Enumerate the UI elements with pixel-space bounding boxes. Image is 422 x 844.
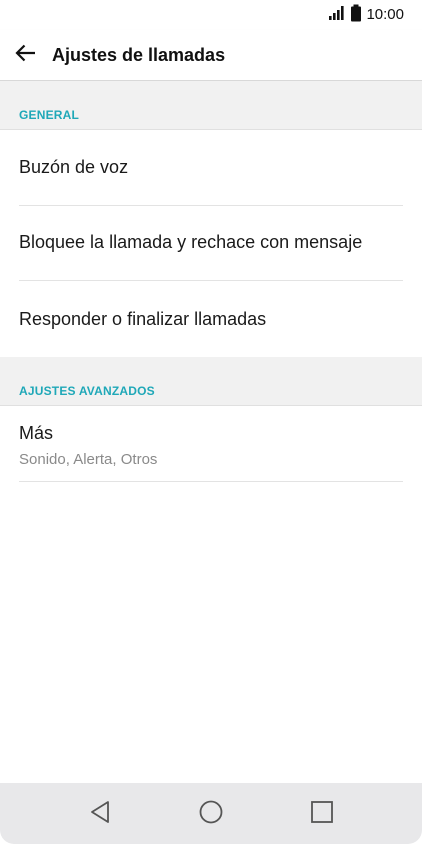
status-bar: 10:00: [0, 0, 422, 30]
navigation-bar: [0, 783, 422, 844]
section-header-label: AJUSTES AVANZADOS: [19, 384, 155, 398]
nav-home-button[interactable]: [195, 798, 227, 830]
status-icons: 10:00: [328, 4, 404, 27]
back-button[interactable]: [10, 40, 42, 70]
section-header-ajustes-avanzados: AJUSTES AVANZADOS: [0, 357, 422, 406]
nav-recents-button[interactable]: [306, 798, 338, 830]
list-item-title: Buzón de voz: [19, 157, 129, 177]
list-item-buzon-de-voz[interactable]: Buzón de voz: [0, 130, 422, 205]
app-bar: Ajustes de llamadas: [0, 30, 422, 81]
page-title: Ajustes de llamadas: [52, 45, 226, 65]
list-item-title: Bloquee la llamada y rechace con mensaje: [19, 232, 363, 252]
list-item-title: Responder o finalizar llamadas: [19, 309, 267, 329]
nav-back-button[interactable]: [84, 798, 116, 830]
list-item-title: Más: [19, 423, 54, 443]
recents-square-icon: [310, 800, 334, 829]
list-item-bloquee-llamada[interactable]: Bloquee la llamada y rechace con mensaje: [0, 206, 422, 280]
section-header-label: GENERAL: [19, 108, 80, 122]
divider: [19, 481, 403, 482]
signal-icon: [328, 5, 346, 26]
status-time: 10:00: [366, 6, 404, 23]
back-triangle-icon: [89, 800, 111, 829]
list-item-mas[interactable]: Más Sonido, Alerta, Otros: [0, 406, 422, 481]
battery-icon: [350, 4, 362, 27]
arrow-back-icon: [15, 44, 37, 67]
home-circle-icon: [199, 800, 223, 829]
list-item-subtitle: Sonido, Alerta, Otros: [19, 451, 158, 468]
list-item-responder-finalizar[interactable]: Responder o finalizar llamadas: [0, 281, 422, 356]
section-header-general: GENERAL: [0, 81, 422, 130]
